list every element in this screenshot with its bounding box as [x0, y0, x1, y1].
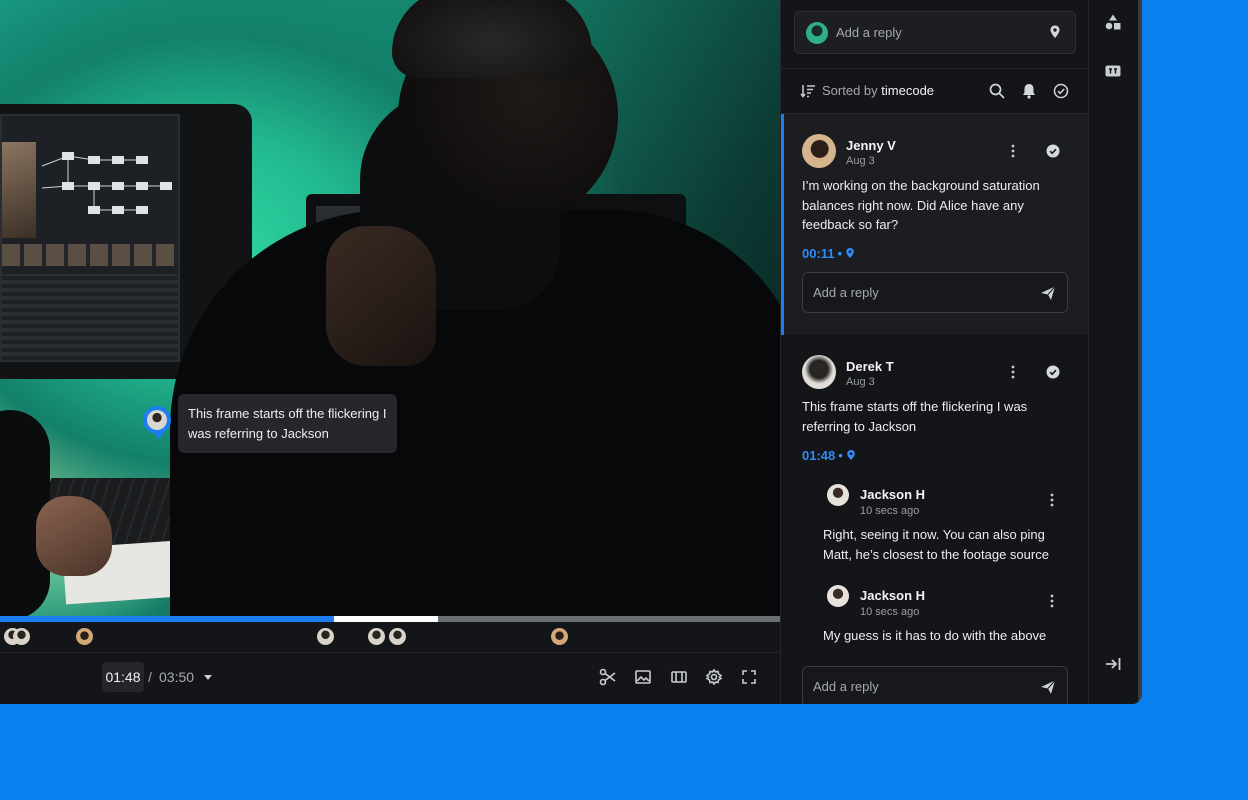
caption-icon[interactable]: [1104, 62, 1122, 80]
aspect-ratio-icon[interactable]: [667, 665, 691, 689]
person-hand: [326, 226, 436, 366]
comment-marker[interactable]: [13, 628, 30, 645]
app-window: This frame starts off the flickering I w…: [0, 0, 1142, 704]
reply-input[interactable]: Add a reply: [802, 272, 1068, 313]
comment-date: Aug 3: [846, 376, 875, 388]
avatar: [806, 22, 828, 44]
player-controls: 01:48 / 03:50: [0, 652, 780, 704]
timecode-separator: /: [148, 669, 152, 685]
sort-prefix: Sorted by: [822, 83, 878, 98]
comment-body: This frame starts off the flickering I w…: [802, 399, 1028, 434]
comment-marker[interactable]: [368, 628, 385, 645]
reply-date: 10 secs ago: [860, 505, 920, 517]
monitor-screen: [0, 114, 180, 362]
pin-avatar: [147, 410, 167, 430]
check-circle-icon[interactable]: [1045, 143, 1061, 159]
comment-author: Jenny V: [846, 138, 896, 153]
comment-marker[interactable]: [551, 628, 568, 645]
annotation-pin[interactable]: [143, 406, 171, 440]
avatar: [827, 484, 849, 506]
fullscreen-icon[interactable]: [737, 665, 761, 689]
comments-panel: Add a reply Sorted by timecode Jenny V A…: [780, 0, 1088, 704]
kebab-icon[interactable]: [1006, 363, 1020, 381]
annotation-bubble: This frame starts off the flickering I w…: [178, 394, 397, 453]
comment-timecode[interactable]: 01:48 •: [802, 448, 856, 463]
send-icon[interactable]: [1040, 679, 1056, 695]
bell-icon[interactable]: [1020, 82, 1038, 100]
kebab-icon[interactable]: [1045, 491, 1059, 509]
location-pin-icon: [847, 450, 855, 460]
reply-body: Right, seeing it now. You can also ping …: [823, 527, 1049, 562]
reply-placeholder: Add a reply: [813, 285, 879, 300]
top-reply-input[interactable]: Add a reply: [794, 11, 1076, 54]
sort-icon[interactable]: [800, 83, 816, 99]
kebab-icon[interactable]: [1045, 592, 1059, 610]
location-pin-icon[interactable]: [1047, 24, 1063, 40]
comment-markers: [0, 622, 780, 652]
comment-timecode[interactable]: 00:11 •: [802, 246, 855, 261]
check-circle-icon[interactable]: [1052, 82, 1070, 100]
comment-marker[interactable]: [389, 628, 406, 645]
scissors-icon[interactable]: [596, 665, 620, 689]
comment-date: Aug 3: [846, 155, 875, 167]
avatar: [802, 355, 836, 389]
comment-marker[interactable]: [317, 628, 334, 645]
gear-icon[interactable]: [702, 665, 726, 689]
comment-thread[interactable]: Derek T Aug 3 This frame starts off the …: [781, 335, 1088, 704]
timecode-link: 01:48: [802, 448, 836, 463]
person-hair: [392, 0, 592, 78]
screen-thumbnail: [2, 142, 36, 238]
comment-author: Derek T: [846, 359, 894, 374]
sort-bar: Sorted by timecode: [781, 68, 1088, 114]
reply-author: Jackson H: [860, 588, 926, 603]
video-frame[interactable]: This frame starts off the flickering I w…: [0, 0, 780, 618]
kebab-icon[interactable]: [1006, 142, 1020, 160]
reply-input[interactable]: Add a reply: [802, 666, 1068, 704]
comment-marker[interactable]: [76, 628, 93, 645]
top-reply-placeholder: Add a reply: [836, 25, 902, 40]
comment-thread[interactable]: Jenny V Aug 3 I’m working on the backgro…: [781, 114, 1088, 335]
right-rail: [1088, 0, 1138, 704]
dot-separator: •: [837, 246, 843, 261]
shapes-icon[interactable]: [1104, 13, 1122, 31]
comment-body: I’m working on the background saturation…: [802, 178, 1040, 232]
scope-panel: [2, 274, 178, 360]
thumbnail-strip: [2, 244, 178, 266]
timecode-link: 00:11: [802, 246, 835, 261]
avatar: [802, 134, 836, 168]
send-icon[interactable]: [1040, 285, 1056, 301]
reply-author: Jackson H: [860, 487, 926, 502]
dot-separator: •: [838, 448, 843, 463]
collapse-panel-icon[interactable]: [1104, 655, 1122, 673]
image-icon[interactable]: [631, 665, 655, 689]
location-pin-icon: [846, 248, 854, 258]
current-timecode[interactable]: 01:48: [102, 662, 144, 692]
total-duration: 03:50: [159, 669, 195, 685]
check-circle-icon[interactable]: [1045, 364, 1061, 380]
left-hand: [36, 496, 112, 576]
sort-value: timecode: [881, 83, 935, 98]
avatar: [827, 585, 849, 607]
search-icon[interactable]: [988, 82, 1006, 100]
reply-placeholder: Add a reply: [813, 679, 879, 694]
node-graph: [41, 152, 172, 214]
dropdown-caret-icon[interactable]: [200, 662, 216, 692]
sort-dropdown[interactable]: Sorted by timecode: [822, 69, 934, 113]
reply-body: My guess is it has to do with the above: [823, 628, 1047, 643]
reply-date: 10 secs ago: [860, 606, 920, 618]
